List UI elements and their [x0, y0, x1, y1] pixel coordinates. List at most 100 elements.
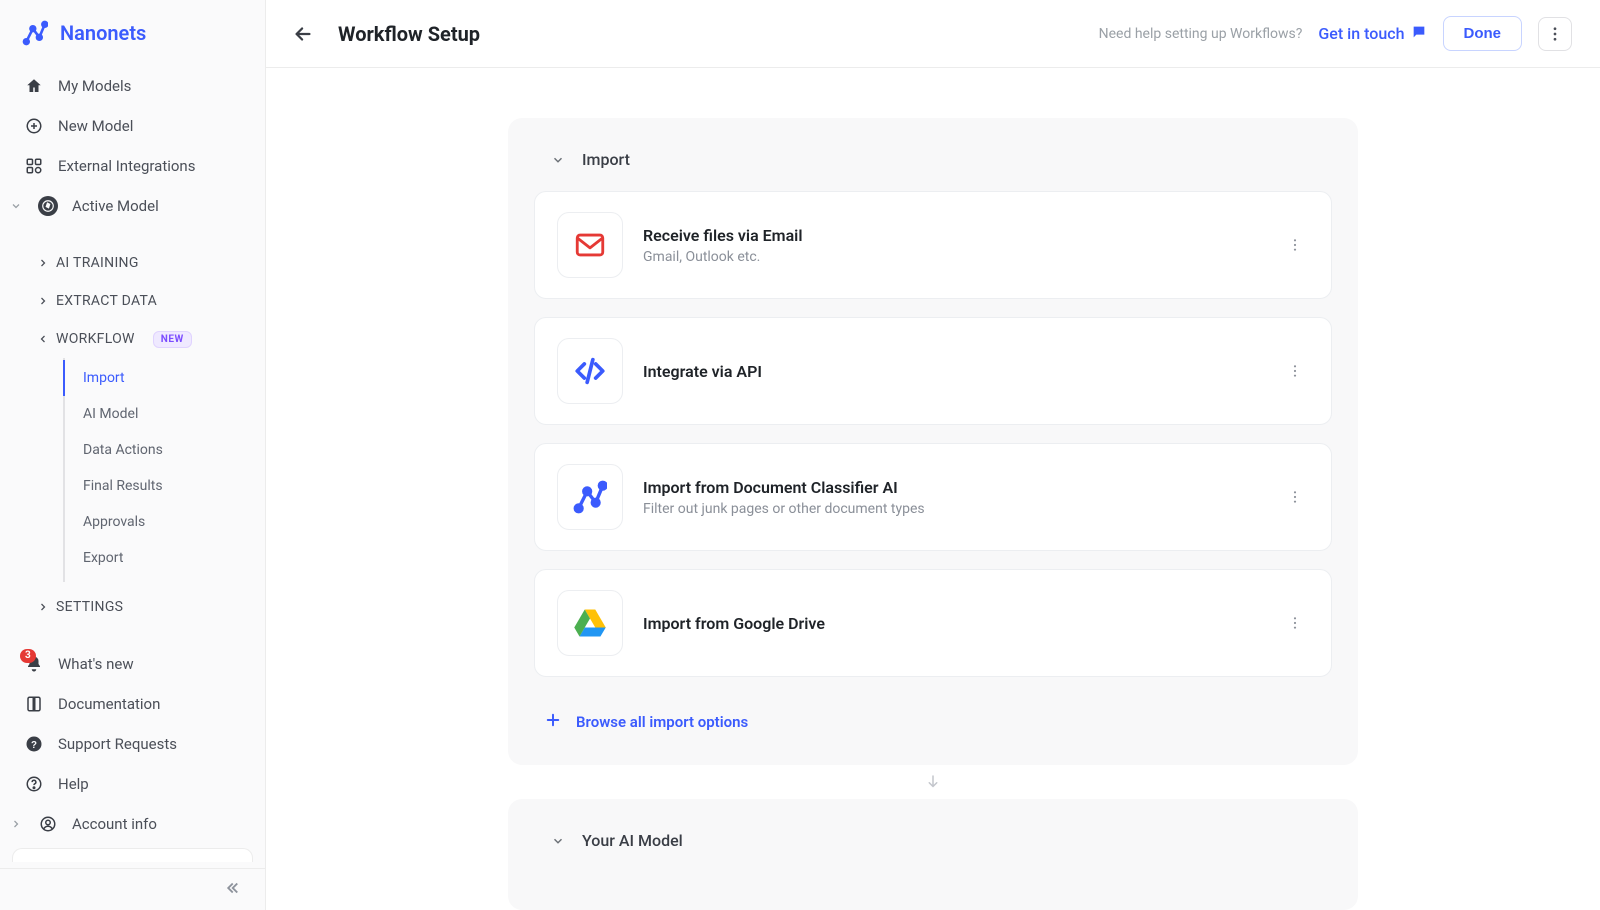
browse-label: Browse all import options: [576, 713, 748, 731]
nanonets-icon: [557, 464, 623, 530]
svg-text:?: ?: [31, 740, 37, 751]
sidebar-sub-ai-model[interactable]: AI Model: [65, 396, 265, 432]
sidebar-sub-data-actions[interactable]: Data Actions: [65, 432, 265, 468]
grid-apps-icon: [24, 156, 44, 176]
import-panel-title: Import: [582, 150, 630, 169]
browse-all-import-button[interactable]: Browse all import options: [534, 699, 1332, 737]
sidebar-item-new-model[interactable]: New Model: [0, 106, 265, 146]
card-body: Import from Google Drive: [643, 614, 1261, 633]
sidebar-sub-label: AI Model: [83, 406, 138, 422]
chat-icon: [1411, 24, 1427, 44]
card-doc-classifier[interactable]: Import from Document Classifier AI Filte…: [534, 443, 1332, 551]
chevron-down-icon: [8, 198, 24, 214]
more-menu-button[interactable]: [1538, 17, 1572, 51]
sidebar-sub-label: Approvals: [83, 514, 145, 530]
mail-icon: [557, 212, 623, 278]
google-drive-icon: [557, 590, 623, 656]
sidebar-item-label: What's new: [58, 655, 134, 673]
card-title: Integrate via API: [643, 362, 1261, 381]
page-title: Workflow Setup: [338, 22, 480, 46]
sidebar-item-account[interactable]: Account info: [0, 804, 265, 844]
sidebar-workflow-subgroup: Import AI Model Data Actions Final Resul…: [63, 358, 265, 582]
sidebar-section-workflow[interactable]: WORKFLOW NEW: [0, 320, 265, 358]
card-subtitle: Filter out junk pages or other document …: [643, 501, 1261, 517]
code-icon: [557, 338, 623, 404]
sidebar-item-label: My Models: [58, 77, 131, 95]
sidebar-item-label: New Model: [58, 117, 133, 135]
sidebar-item-active-model[interactable]: Active Model: [0, 186, 265, 226]
done-button[interactable]: Done: [1443, 16, 1523, 51]
brand-logo-icon: [22, 20, 48, 46]
card-body: Integrate via API: [643, 362, 1261, 381]
sidebar-section-extract-data[interactable]: EXTRACT DATA: [0, 282, 265, 320]
arrow-down-icon: [266, 765, 1600, 799]
sidebar-section-settings[interactable]: SETTINGS: [0, 588, 265, 626]
sidebar-sub-import[interactable]: Import: [65, 360, 265, 396]
card-email[interactable]: Receive files via Email Gmail, Outlook e…: [534, 191, 1332, 299]
help-text: Need help setting up Workflows?: [1099, 26, 1303, 42]
get-in-touch-link[interactable]: Get in touch: [1318, 24, 1426, 44]
user-circle-icon: [38, 814, 58, 834]
content: Import Receive files via Email Gmail, Ou…: [266, 68, 1600, 910]
sidebar-item-whats-new[interactable]: 3 What's new: [0, 644, 265, 684]
chevron-down-icon: [550, 152, 566, 168]
plus-icon: [544, 711, 562, 733]
home-icon: [24, 76, 44, 96]
sidebar-item-label: Active Model: [72, 197, 159, 215]
sidebar-section-label: EXTRACT DATA: [56, 293, 157, 309]
card-menu-button[interactable]: [1281, 609, 1309, 637]
card-title: Import from Document Classifier AI: [643, 478, 1261, 497]
sidebar-section-label: AI TRAINING: [56, 255, 139, 271]
sidebar-item-my-models[interactable]: My Models: [0, 66, 265, 106]
import-panel-header[interactable]: Import: [534, 144, 1332, 191]
new-badge: NEW: [153, 331, 192, 348]
import-panel: Import Receive files via Email Gmail, Ou…: [508, 118, 1358, 765]
ai-model-panel-title: Your AI Model: [582, 831, 683, 850]
sidebar-footer: 3 What's new Documentation ? Support Req…: [0, 644, 265, 868]
chevron-down-icon: [550, 833, 566, 849]
chevron-right-icon: [8, 816, 24, 832]
sidebar-item-support[interactable]: ? Support Requests: [0, 724, 265, 764]
sidebar-sub-label: Data Actions: [83, 442, 163, 458]
sidebar-section-ai-training[interactable]: AI TRAINING: [0, 244, 265, 282]
sidebar-item-label: Documentation: [58, 695, 160, 713]
sidebar-item-label: Account info: [72, 815, 157, 833]
sidebar-sub-final-results[interactable]: Final Results: [65, 468, 265, 504]
collapse-icon: [223, 879, 241, 901]
card-subtitle: Gmail, Outlook etc.: [643, 249, 1261, 265]
back-button[interactable]: [286, 17, 320, 51]
sidebar-sub-label: Final Results: [83, 478, 163, 494]
ai-model-panel-header[interactable]: Your AI Model: [534, 825, 1332, 850]
card-menu-button[interactable]: [1281, 357, 1309, 385]
chevron-down-icon: [36, 332, 50, 346]
help-link-label: Get in touch: [1318, 24, 1404, 43]
plus-circle-icon: [24, 116, 44, 136]
brand[interactable]: Nanonets: [0, 0, 265, 62]
sidebar-collapse-button[interactable]: [0, 868, 265, 910]
main: Workflow Setup Need help setting up Work…: [266, 0, 1600, 910]
sidebar-item-help[interactable]: Help: [0, 764, 265, 804]
sidebar-sub-approvals[interactable]: Approvals: [65, 504, 265, 540]
card-menu-button[interactable]: [1281, 231, 1309, 259]
card-body: Import from Document Classifier AI Filte…: [643, 478, 1261, 517]
card-api[interactable]: Integrate via API: [534, 317, 1332, 425]
sidebar-item-label: External Integrations: [58, 157, 195, 175]
chevron-right-icon: [36, 256, 50, 270]
sidebar-section-label: WORKFLOW: [56, 331, 135, 347]
sidebar-primary-group: My Models New Model External Integration…: [0, 62, 265, 230]
sidebar-item-integrations[interactable]: External Integrations: [0, 146, 265, 186]
help-circle-icon: [24, 774, 44, 794]
sidebar-item-documentation[interactable]: Documentation: [0, 684, 265, 724]
sidebar-strip: [12, 848, 253, 862]
card-menu-button[interactable]: [1281, 483, 1309, 511]
brand-name: Nanonets: [60, 21, 146, 45]
sidebar-item-label: Support Requests: [58, 735, 177, 753]
sidebar-section-label: SETTINGS: [56, 599, 123, 615]
chevron-right-icon: [36, 294, 50, 308]
notification-count-badge: 3: [20, 649, 36, 663]
sidebar-sections: AI TRAINING EXTRACT DATA WORKFLOW NEW Im…: [0, 240, 265, 630]
card-gdrive[interactable]: Import from Google Drive: [534, 569, 1332, 677]
sidebar-item-label: Help: [58, 775, 89, 793]
sidebar-sub-export[interactable]: Export: [65, 540, 265, 576]
chevron-right-icon: [36, 600, 50, 614]
